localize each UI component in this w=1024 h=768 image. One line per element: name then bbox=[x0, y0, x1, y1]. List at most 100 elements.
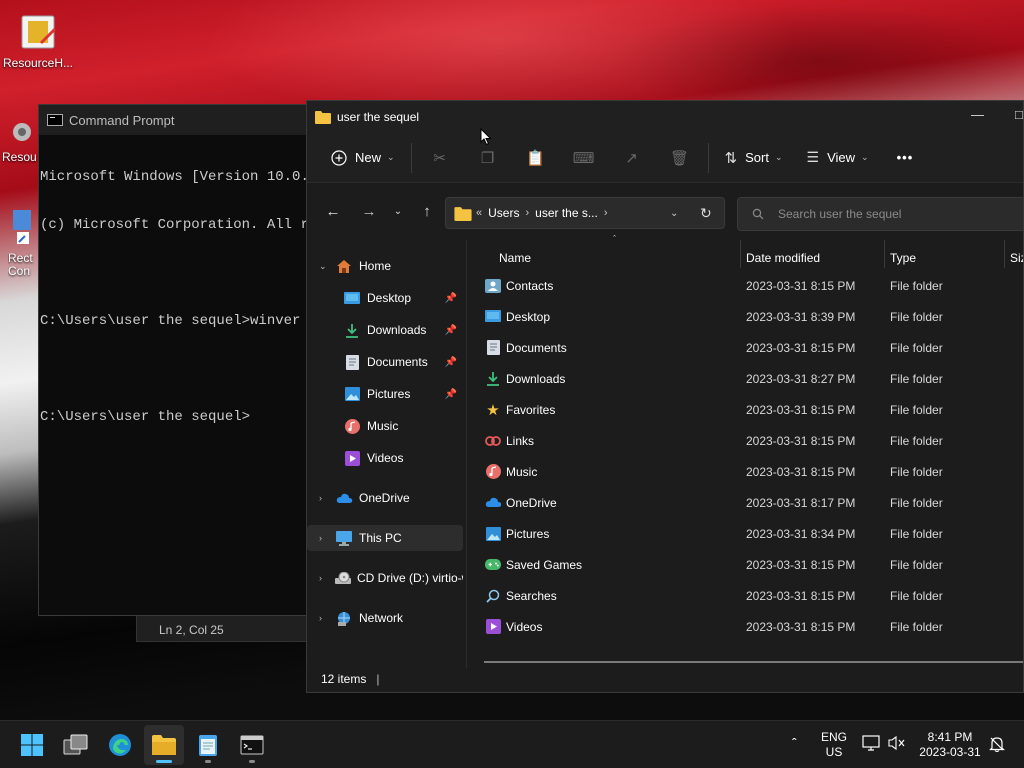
nav-this-pc[interactable]: › This PC bbox=[307, 525, 463, 551]
desktop-icon-resourcehacker[interactable]: ResourceH... bbox=[2, 12, 74, 70]
cut-icon[interactable]: ✂ bbox=[424, 142, 456, 174]
chevron-down-icon: ⌄ bbox=[861, 152, 869, 162]
nav-label: CD Drive (D:) virtio-w bbox=[357, 571, 463, 585]
chevron-right-icon[interactable]: › bbox=[319, 573, 322, 583]
notification-bell-icon[interactable] bbox=[988, 735, 1006, 756]
network-icon bbox=[335, 610, 353, 626]
chevron-right-icon[interactable]: › bbox=[319, 493, 322, 503]
rename-icon[interactable]: ⌨ bbox=[568, 142, 600, 174]
table-row[interactable]: Videos 2023-03-31 8:15 PM File folder bbox=[483, 611, 1023, 642]
file-explorer-taskbar-button[interactable] bbox=[144, 725, 184, 765]
table-row[interactable]: Links 2023-03-31 8:15 PM File folder bbox=[483, 425, 1023, 456]
nav-quick-videos[interactable]: Videos bbox=[307, 445, 463, 471]
clock[interactable]: 8:41 PM 2023-03-31 bbox=[912, 730, 988, 760]
nav-quick-music[interactable]: Music bbox=[307, 413, 463, 439]
column-header-date[interactable]: Date modified bbox=[746, 246, 820, 270]
nav-onedrive[interactable]: › OneDrive bbox=[307, 485, 463, 511]
toolbar-divider bbox=[410, 142, 412, 173]
task-view-button[interactable] bbox=[56, 725, 96, 765]
chevron-right-icon[interactable]: › bbox=[525, 207, 529, 219]
address-bar[interactable]: « Users › user the s... › ⌄ ↻ bbox=[445, 197, 725, 229]
row-date: 2023-03-31 8:15 PM bbox=[746, 464, 856, 479]
copy-icon[interactable]: ❐ bbox=[472, 142, 504, 174]
nav-quick-downloads[interactable]: Downloads 📌 bbox=[307, 317, 463, 343]
edge-button[interactable] bbox=[100, 725, 140, 765]
breadcrumb-users[interactable]: Users bbox=[488, 206, 519, 220]
table-row[interactable]: Pictures 2023-03-31 8:34 PM File folder bbox=[483, 518, 1023, 549]
table-row[interactable]: Searches 2023-03-31 8:15 PM File folder bbox=[483, 580, 1023, 611]
table-row[interactable]: Documents 2023-03-31 8:15 PM File folder bbox=[483, 332, 1023, 363]
file-explorer-window[interactable]: user the sequel — □ New ⌄ ✂ ❐ 📋 ⌨ ↗ 🗑 ⇅ … bbox=[306, 100, 1024, 693]
table-row[interactable]: Downloads 2023-03-31 8:27 PM File folder bbox=[483, 363, 1023, 394]
chevron-right-icon[interactable]: › bbox=[319, 613, 322, 623]
nav-quick-documents[interactable]: Documents 📌 bbox=[307, 349, 463, 375]
gamepad-icon bbox=[485, 557, 501, 573]
nav-quick-desktop[interactable]: Desktop 📌 bbox=[307, 285, 463, 311]
volume-muted-icon[interactable] bbox=[888, 735, 906, 754]
pin-icon[interactable]: 📌 bbox=[445, 325, 457, 336]
network-status-icon[interactable] bbox=[862, 735, 880, 754]
paste-icon[interactable]: 📋 bbox=[520, 142, 552, 174]
cmd-console[interactable]: Microsoft Windows [Version 10.0.22 (c) M… bbox=[39, 135, 327, 459]
language-indicator[interactable]: ENG US bbox=[815, 730, 853, 760]
command-prompt-taskbar-button[interactable] bbox=[232, 725, 272, 765]
delete-icon[interactable]: 🗑 bbox=[664, 142, 696, 174]
command-prompt-window[interactable]: Command Prompt Microsoft Windows [Versio… bbox=[38, 104, 328, 616]
column-divider[interactable] bbox=[740, 240, 741, 268]
table-row[interactable]: OneDrive 2023-03-31 8:17 PM File folder bbox=[483, 487, 1023, 518]
start-button[interactable] bbox=[12, 725, 52, 765]
table-row[interactable]: ★ Favorites 2023-03-31 8:15 PM File fold… bbox=[483, 394, 1023, 425]
forward-button[interactable]: → bbox=[353, 195, 385, 227]
new-button[interactable]: New ⌄ bbox=[327, 142, 399, 174]
table-row[interactable]: Contacts 2023-03-31 8:15 PM File folder bbox=[483, 270, 1023, 301]
nav-network[interactable]: › Network bbox=[307, 605, 463, 631]
breadcrumb-current[interactable]: user the s... bbox=[535, 206, 598, 220]
up-button[interactable]: ↑ bbox=[411, 195, 443, 227]
minimize-button[interactable]: — bbox=[971, 107, 984, 122]
column-divider[interactable] bbox=[884, 240, 885, 268]
nav-cd-drive[interactable]: › CD Drive (D:) virtio-w bbox=[307, 565, 463, 591]
search-input[interactable]: Search user the sequel bbox=[737, 197, 1023, 231]
table-row[interactable]: Saved Games 2023-03-31 8:15 PM File fold… bbox=[483, 549, 1023, 580]
column-header-size[interactable]: Siz bbox=[1010, 246, 1023, 270]
breadcrumb-overflow[interactable]: « bbox=[476, 207, 482, 219]
chevron-down-icon[interactable]: ⌄ bbox=[319, 261, 327, 272]
search-icon bbox=[485, 588, 501, 604]
back-button[interactable]: ← bbox=[317, 195, 349, 227]
refresh-icon[interactable]: ↻ bbox=[700, 205, 712, 222]
row-date: 2023-03-31 8:39 PM bbox=[746, 309, 856, 324]
explorer-titlebar[interactable]: user the sequel — □ bbox=[307, 101, 1023, 133]
terminal-icon bbox=[240, 735, 264, 755]
pin-icon[interactable]: 📌 bbox=[445, 293, 457, 304]
view-button[interactable]: ☰ View ⌄ bbox=[803, 142, 873, 174]
nav-quick-pictures[interactable]: Pictures 📌 bbox=[307, 381, 463, 407]
chevron-right-icon[interactable]: › bbox=[604, 207, 608, 219]
show-hidden-icons-chevron-up-icon[interactable]: ˆ bbox=[792, 735, 797, 751]
pin-icon[interactable]: 📌 bbox=[445, 389, 457, 400]
recent-locations-button[interactable]: ⌄ bbox=[385, 195, 411, 227]
window-title: user the sequel bbox=[337, 110, 420, 124]
home-icon bbox=[335, 258, 353, 274]
table-row[interactable]: Desktop 2023-03-31 8:39 PM File folder bbox=[483, 301, 1023, 332]
column-header-type[interactable]: Type bbox=[890, 246, 916, 270]
maximize-button[interactable]: □ bbox=[1015, 107, 1023, 122]
sort-button[interactable]: ⇅ Sort ⌄ bbox=[721, 142, 787, 174]
terminal-icon bbox=[47, 114, 63, 126]
address-dropdown-icon[interactable]: ⌄ bbox=[670, 208, 678, 219]
nav-home[interactable]: ⌄ Home bbox=[307, 253, 463, 279]
cmd-titlebar[interactable]: Command Prompt bbox=[39, 105, 327, 135]
downloads-icon bbox=[485, 371, 501, 387]
table-row[interactable]: Music 2023-03-31 8:15 PM File folder bbox=[483, 456, 1023, 487]
see-more-button[interactable]: ••• bbox=[893, 142, 918, 174]
desktop-icon-recycle[interactable]: Rect Con bbox=[8, 208, 38, 278]
share-icon[interactable]: ↗ bbox=[616, 142, 648, 174]
column-header-name[interactable]: Name bbox=[499, 246, 531, 270]
desktop-icon-resource[interactable]: Resou bbox=[2, 118, 42, 164]
chevron-right-icon[interactable]: › bbox=[319, 533, 322, 543]
column-divider[interactable] bbox=[1004, 240, 1005, 268]
notepad-taskbar-button[interactable] bbox=[188, 725, 228, 765]
desktop-icon bbox=[343, 290, 361, 306]
horizontal-scrollbar[interactable] bbox=[484, 661, 1023, 663]
row-type: File folder bbox=[890, 402, 943, 417]
pin-icon[interactable]: 📌 bbox=[445, 357, 457, 368]
